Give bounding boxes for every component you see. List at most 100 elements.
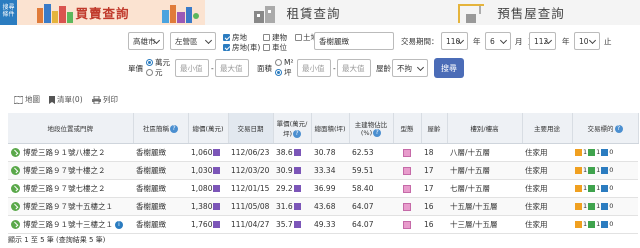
checkbox-building[interactable] (263, 34, 270, 41)
cell-date: 112/06/23 (228, 143, 273, 162)
area-min-input[interactable]: 最小值 (297, 59, 331, 77)
parking-icon (601, 184, 609, 192)
expand-icon[interactable] (11, 202, 20, 211)
radio-unit-wan[interactable] (146, 59, 153, 66)
cell-address[interactable]: 博愛三路９７號十樓之２ (8, 161, 133, 180)
note-icon[interactable] (213, 221, 221, 228)
note-icon[interactable] (293, 221, 301, 228)
table-row[interactable]: 博愛三路９７號十五樓之１ 香榭麗緻 1,380 111/05/08 31.6 43.68 6… (8, 197, 638, 216)
note-icon[interactable] (293, 167, 301, 174)
col-date[interactable]: 交易日期 (228, 113, 274, 144)
cell-target: 110 (572, 197, 638, 216)
help-icon[interactable]: ? (614, 124, 623, 133)
table-row[interactable]: 博愛三路９１號八樓之２ 香榭麗緻 1,060 112/06/23 38.6 30.78 62… (8, 143, 638, 162)
col-type[interactable]: 型態 (393, 113, 422, 144)
col-floor[interactable]: 樓別/樓高 (447, 113, 523, 144)
cell-address[interactable]: 博愛三路９７號十五樓之１ (8, 197, 133, 216)
to-year-select[interactable]: 112 (529, 32, 556, 50)
building-icon (588, 166, 596, 174)
note-icon[interactable] (213, 167, 221, 174)
cell-address[interactable]: 博愛三路９７號七樓之２ (8, 179, 133, 198)
radio-area-m2[interactable] (275, 59, 282, 66)
from-month-select[interactable]: 6 (485, 32, 511, 50)
expand-icon[interactable] (11, 148, 20, 157)
note-icon[interactable] (213, 185, 221, 192)
col-unit-price[interactable]: 單價(萬元/坪)? (273, 113, 312, 144)
community-input[interactable]: 香榭麗緻 (314, 32, 394, 50)
to-year-unit: 年 (562, 37, 570, 46)
building-type-icon[interactable] (403, 184, 411, 193)
help-icon[interactable]: ? (373, 128, 382, 137)
cell-address[interactable]: 博愛三路９１號八樓之２ (8, 143, 133, 162)
tab-presale[interactable]: 預售屋查詢 (422, 0, 640, 25)
col-total-price[interactable]: 總價(萬元) (188, 113, 229, 144)
building-type-icon[interactable] (403, 202, 411, 211)
map-button[interactable]: 地圖 (14, 94, 40, 105)
table-row[interactable]: 博愛三路９１號十三樓之１ i 香榭麗緻 1,760 111/04/27 35.7 49.33… (8, 215, 638, 234)
expand-icon[interactable] (11, 184, 20, 193)
help-icon[interactable]: ? (170, 124, 178, 133)
cell-main-ratio: 64.07 (349, 215, 393, 234)
col-area[interactable]: 總面積(坪) (311, 113, 350, 144)
radio-area-m2-label: M² (284, 58, 294, 67)
to-month-select[interactable]: 10 (574, 32, 600, 50)
table-row[interactable]: 博愛三路９７號七樓之２ 香榭麗緻 1,080 112/01/15 29.2 36.99 58… (8, 179, 638, 198)
list-button[interactable]: 清單(0) (49, 94, 83, 105)
col-address[interactable]: 地段位置或門牌 (8, 113, 134, 144)
building-type-icon[interactable] (403, 148, 411, 157)
search-button[interactable]: 搜尋 (434, 58, 464, 78)
cell-community: 香榭麗緻 (133, 197, 188, 216)
checkbox-parking[interactable] (263, 44, 270, 51)
cell-type (393, 161, 421, 180)
radio-unit-yuan[interactable] (146, 69, 153, 76)
land-icon (575, 202, 582, 210)
col-main-ratio[interactable]: 主建物佔比(%)? (349, 113, 394, 144)
building-type-icon[interactable] (403, 166, 411, 175)
price-label: 單價 (128, 64, 143, 73)
expand-icon[interactable] (11, 166, 20, 175)
note-icon[interactable] (293, 203, 301, 210)
cell-floor: 十五層/十五層 (447, 197, 522, 216)
col-age[interactable]: 屋齡 (421, 113, 448, 144)
price-min-input[interactable]: 最小值 (175, 59, 209, 77)
cell-area: 30.78 (311, 143, 349, 162)
cell-floor: 八層/十五層 (447, 143, 522, 162)
age-label: 屋齡 (376, 64, 391, 73)
cell-main-ratio: 64.07 (349, 197, 393, 216)
col-target[interactable]: 交易標的? (572, 113, 639, 144)
cell-date: 111/04/27 (228, 215, 273, 234)
cell-address[interactable]: 博愛三路９１號十三樓之１ i (8, 215, 133, 234)
checkbox-house-land-car[interactable] (223, 44, 230, 51)
checkbox-house-land[interactable] (223, 34, 230, 41)
cell-use: 住家用 (522, 215, 572, 234)
radio-area-ping[interactable] (275, 69, 282, 76)
print-button[interactable]: 列印 (92, 94, 118, 105)
cell-date: 112/01/15 (228, 179, 273, 198)
expand-icon[interactable] (11, 220, 20, 229)
checkbox-house-land-car-label: 房地(車) (232, 43, 261, 52)
help-icon[interactable]: ? (293, 129, 302, 138)
col-use[interactable]: 主要用途 (522, 113, 573, 144)
from-year-select[interactable]: 110 (441, 32, 468, 50)
tab-sale[interactable]: 買賣查詢 (0, 0, 205, 25)
col-community[interactable]: 社區簡稱? (133, 113, 189, 144)
price-max-input[interactable]: 最大值 (215, 59, 249, 77)
cell-community: 香榭麗緻 (133, 179, 188, 198)
age-select[interactable]: 不拘 (392, 59, 428, 77)
tab-rent[interactable]: 租賃查詢 (205, 0, 422, 25)
cell-target: 110 (572, 161, 638, 180)
cell-main-ratio: 62.53 (349, 143, 393, 162)
note-icon[interactable] (293, 149, 301, 156)
note-icon[interactable] (293, 185, 301, 192)
checkbox-land[interactable] (295, 34, 302, 41)
info-icon[interactable]: i (115, 220, 123, 229)
note-icon[interactable] (213, 149, 221, 156)
city-select[interactable]: 高雄市 (128, 32, 164, 50)
area-max-input[interactable]: 最大值 (337, 59, 371, 77)
note-icon[interactable] (213, 203, 221, 210)
table-row[interactable]: 博愛三路９７號十樓之２ 香榭麗緻 1,030 112/03/20 30.9 33.34 59… (8, 161, 638, 180)
search-conditions-tab[interactable]: 搜尋條件 (0, 0, 17, 25)
district-select[interactable]: 左營區 (170, 32, 216, 50)
land-icon (575, 220, 582, 228)
building-type-icon[interactable] (403, 220, 411, 229)
